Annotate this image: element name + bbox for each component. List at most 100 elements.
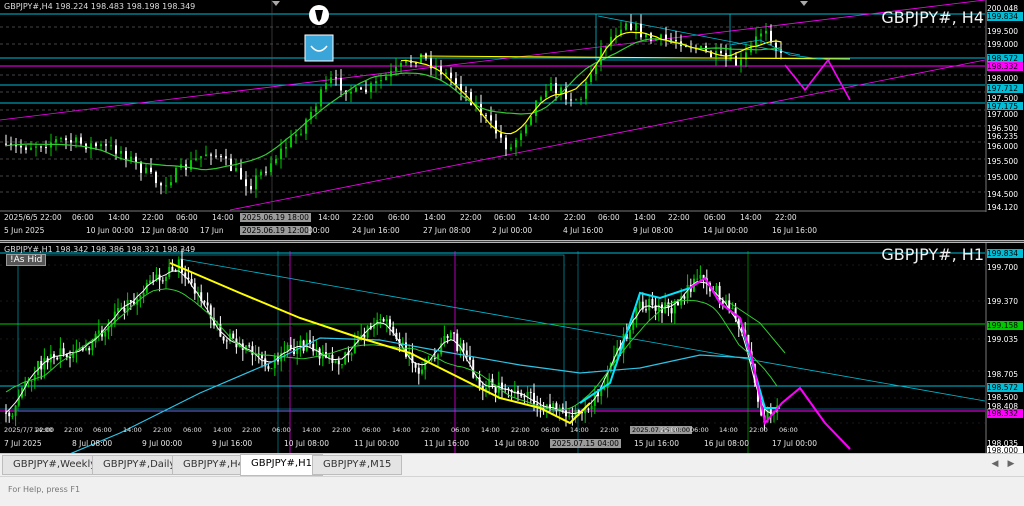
candle-body: [731, 308, 734, 310]
candle-body: [638, 301, 641, 309]
candle-body: [225, 340, 228, 342]
candle-body: [177, 259, 180, 272]
candle-body: [696, 278, 699, 280]
h4-chart-canvas[interactable]: [0, 0, 1024, 240]
h4-time-axis-label: 06:00: [72, 213, 94, 222]
h1-time-axis-label: 06:00: [93, 426, 112, 434]
candle-body: [120, 151, 122, 154]
candle-body: [379, 319, 382, 321]
candle-body: [33, 374, 36, 381]
candle-body: [545, 90, 547, 98]
candle-body: [270, 163, 272, 173]
candle-body: [222, 336, 225, 341]
h4-time-axis-label: 2025.06.19 18:00: [240, 213, 311, 222]
candle-body: [337, 360, 340, 365]
candle-body: [35, 146, 37, 148]
candle-body: [540, 97, 542, 101]
candle-body: [587, 408, 590, 410]
candle-body: [97, 330, 100, 334]
h4-shift-marker-icon: [272, 1, 280, 6]
right-triangle-icon[interactable]: ▶: [1006, 458, 1016, 470]
candle-body: [135, 156, 137, 162]
h1-price-axis-label: 199.158: [987, 321, 1023, 330]
candle-body: [355, 87, 357, 92]
candle-body: [530, 116, 532, 125]
h1-date-axis-label: 10 Jul 08:00: [284, 439, 329, 448]
h1-price-axis-label: 198.705: [987, 370, 1023, 379]
candle-body: [645, 309, 647, 311]
candle-body: [665, 34, 667, 40]
candle-body: [677, 302, 679, 306]
candle-body: [104, 331, 107, 337]
candle-body: [295, 134, 297, 137]
candle-body: [437, 354, 439, 359]
candle-body: [270, 368, 273, 370]
h1-time-axis-label: 14:00: [719, 426, 738, 434]
h4-price-axis-label: 195.000: [987, 173, 1023, 182]
h1-time-axis-label: 06:00: [183, 426, 202, 434]
candle-body: [655, 39, 657, 41]
candle-body: [145, 167, 147, 173]
h1-time-axis-label: 14:00: [481, 426, 500, 434]
candle-body: [520, 133, 522, 140]
candle-body: [590, 405, 593, 410]
tab-gbpjpy-h1[interactable]: GBPJPY#,H1: [240, 454, 323, 476]
h1-time-axis-label: 22:00: [421, 426, 440, 434]
candle-body: [456, 333, 459, 351]
candle-body: [149, 280, 151, 284]
price-path-cyan: [579, 276, 780, 409]
h1-chart-canvas[interactable]: [0, 243, 1024, 453]
h1-chart-pane[interactable]: GBPJPY#,H1 198.342 198.386 198.321 198.3…: [0, 243, 1024, 453]
candle-body: [160, 183, 162, 186]
h4-scroll-marker-icon: [800, 1, 808, 6]
candle-body: [206, 302, 209, 306]
tab-gbpjpy-m15[interactable]: GBPJPY#,M15: [312, 455, 403, 475]
h4-time-axis-label: 22:00: [460, 213, 482, 222]
candle-body: [129, 300, 132, 302]
candle-body: [501, 382, 503, 389]
left-triangle-icon[interactable]: ◀: [990, 458, 1000, 470]
candle-body: [350, 353, 353, 356]
as-hidden-button[interactable]: !As Hid: [6, 254, 47, 266]
candle-body: [385, 319, 388, 322]
candle-body: [69, 357, 71, 359]
candle-body: [446, 335, 449, 339]
h4-price-axis-label: 199.834: [987, 12, 1023, 21]
candle-body: [510, 147, 512, 150]
h4-date-axis-label: 17 Jun: [200, 226, 224, 235]
candle-body: [215, 155, 217, 157]
h1-date-axis-label: 11 Jul 16:00: [424, 439, 469, 448]
candle-body: [203, 301, 206, 303]
candle-body: [505, 137, 507, 150]
candle-body: [285, 146, 287, 149]
h4-time-axis-label: 14:00: [318, 213, 340, 222]
candle-body: [417, 367, 420, 374]
h4-date-axis-label: 27 Jun 08:00: [423, 226, 471, 235]
h4-time-axis-label: 2025/6/5 22:00: [4, 213, 62, 222]
candle-body: [433, 357, 436, 359]
candle-body: [565, 410, 567, 417]
chart-tab-bar: GBPJPY#,Weekly GBPJPY#,Daily GBPJPY#,H4 GBP…: [0, 453, 1024, 476]
moving-average-yellow: [169, 262, 591, 425]
h1-time-axis-label: 22:00: [660, 426, 679, 434]
projection-path-magenta: [689, 276, 851, 450]
candle-body: [365, 89, 367, 93]
h4-chart-pane[interactable]: GBPJPY#,H4 198.224 198.483 198.198 198.3…: [0, 0, 1024, 240]
h4-time-axis-label: 22:00: [352, 213, 374, 222]
candle-body: [555, 82, 557, 94]
h1-time-axis-label: 22:00: [749, 426, 768, 434]
h4-date-axis-label: 00:00: [308, 226, 330, 235]
h1-symbol-title: GBPJPY#, H1: [881, 245, 984, 264]
h4-time-axis-label: 14:00: [634, 213, 656, 222]
candle-body: [20, 145, 22, 148]
candle-body: [165, 276, 167, 281]
h1-time-axis-label: 06:00: [451, 426, 470, 434]
candle-body: [389, 319, 391, 327]
candle-body: [515, 139, 517, 148]
candle-body: [232, 333, 235, 339]
h4-date-axis-label: 24 Jun 16:00: [352, 226, 400, 235]
h4-time-axis-label: 14:00: [740, 213, 762, 222]
candle-body: [533, 392, 535, 404]
candle-body: [523, 396, 526, 398]
candle-body: [580, 98, 582, 100]
